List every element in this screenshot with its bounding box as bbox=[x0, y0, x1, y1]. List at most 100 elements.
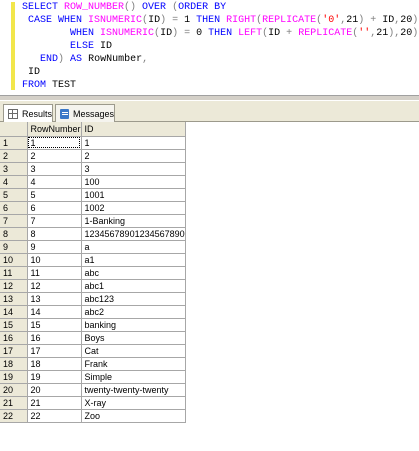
cell-id[interactable]: 1002 bbox=[81, 201, 186, 215]
row-header[interactable]: 17 bbox=[0, 344, 28, 358]
cell-id[interactable]: 100 bbox=[81, 175, 186, 189]
cell-rownumber[interactable]: 19 bbox=[27, 370, 82, 384]
cell-rownumber[interactable]: 10 bbox=[27, 253, 82, 267]
row-header[interactable]: 22 bbox=[0, 409, 28, 423]
cell-rownumber[interactable]: 11 bbox=[27, 266, 82, 280]
cell-rownumber[interactable]: 12 bbox=[27, 279, 82, 293]
cell-id[interactable]: 12345678901234567890 bbox=[81, 227, 186, 241]
table-row[interactable]: 16 16 Boys bbox=[0, 331, 186, 345]
code-line[interactable]: SELECT ROW_NUMBER() OVER (ORDER BY bbox=[22, 1, 418, 14]
cell-id[interactable]: 1 bbox=[81, 136, 186, 150]
row-header[interactable]: 13 bbox=[0, 292, 28, 306]
cell-rownumber[interactable]: 5 bbox=[27, 188, 82, 202]
tab-messages[interactable]: Messages bbox=[55, 104, 115, 122]
code-line[interactable]: END) AS RowNumber, bbox=[22, 53, 418, 66]
cell-rownumber[interactable]: 13 bbox=[27, 292, 82, 306]
column-header-rownumber[interactable]: RowNumber bbox=[27, 122, 82, 137]
cell-id[interactable]: abc1 bbox=[81, 279, 186, 293]
row-header[interactable]: 6 bbox=[0, 201, 28, 215]
row-header[interactable]: 12 bbox=[0, 279, 28, 293]
cell-id[interactable]: Cat bbox=[81, 344, 186, 358]
table-row[interactable]: 14 14 abc2 bbox=[0, 305, 186, 319]
table-row[interactable]: 15 15 banking bbox=[0, 318, 186, 332]
table-row[interactable]: 8 8 12345678901234567890 bbox=[0, 227, 186, 241]
cell-rownumber[interactable]: 7 bbox=[27, 214, 82, 228]
table-row[interactable]: 12 12 abc1 bbox=[0, 279, 186, 293]
cell-rownumber[interactable]: 22 bbox=[27, 409, 82, 423]
row-header[interactable]: 21 bbox=[0, 396, 28, 410]
cell-id[interactable]: abc bbox=[81, 266, 186, 280]
table-row[interactable]: 19 19 Simple bbox=[0, 370, 186, 384]
cell-rownumber[interactable]: 16 bbox=[27, 331, 82, 345]
code-line[interactable]: CASE WHEN ISNUMERIC(ID) = 1 THEN RIGHT(R… bbox=[22, 14, 418, 27]
code-line[interactable]: ID bbox=[22, 66, 418, 79]
cell-rownumber[interactable]: 21 bbox=[27, 396, 82, 410]
table-row[interactable]: 18 18 Frank bbox=[0, 357, 186, 371]
row-header[interactable]: 9 bbox=[0, 240, 28, 254]
table-row[interactable]: 4 4 100 bbox=[0, 175, 186, 189]
cell-id[interactable]: banking bbox=[81, 318, 186, 332]
table-row[interactable]: 5 5 1001 bbox=[0, 188, 186, 202]
code-line[interactable]: WHEN ISNUMERIC(ID) = 0 THEN LEFT(ID + RE… bbox=[22, 27, 418, 40]
row-header[interactable]: 1 bbox=[0, 136, 28, 150]
table-row[interactable]: 21 21 X-ray bbox=[0, 396, 186, 410]
table-row[interactable]: 11 11 abc bbox=[0, 266, 186, 280]
cell-id[interactable]: X-ray bbox=[81, 396, 186, 410]
row-header[interactable]: 19 bbox=[0, 370, 28, 384]
cell-id[interactable]: Frank bbox=[81, 357, 186, 371]
row-header[interactable]: 2 bbox=[0, 149, 28, 163]
cell-rownumber[interactable]: 9 bbox=[27, 240, 82, 254]
cell-rownumber[interactable]: 8 bbox=[27, 227, 82, 241]
cell-id[interactable]: Zoo bbox=[81, 409, 186, 423]
cell-id[interactable]: twenty-twenty-twenty bbox=[81, 383, 186, 397]
row-header[interactable]: 20 bbox=[0, 383, 28, 397]
row-header[interactable]: 16 bbox=[0, 331, 28, 345]
cell-id[interactable]: Simple bbox=[81, 370, 186, 384]
column-header-id[interactable]: ID bbox=[81, 122, 186, 137]
cell-id[interactable]: 1001 bbox=[81, 188, 186, 202]
table-row[interactable]: 7 7 1-Banking bbox=[0, 214, 186, 228]
cell-id[interactable]: Boys bbox=[81, 331, 186, 345]
row-header[interactable]: 10 bbox=[0, 253, 28, 267]
cell-rownumber[interactable]: 17 bbox=[27, 344, 82, 358]
row-header[interactable]: 4 bbox=[0, 175, 28, 189]
cell-id[interactable]: 3 bbox=[81, 162, 186, 176]
corner-header[interactable] bbox=[0, 122, 28, 137]
row-header[interactable]: 11 bbox=[0, 266, 28, 280]
row-header[interactable]: 18 bbox=[0, 357, 28, 371]
table-row[interactable]: 22 22 Zoo bbox=[0, 409, 186, 423]
cell-rownumber[interactable]: 1 bbox=[27, 136, 82, 150]
table-row[interactable]: 99a bbox=[0, 240, 186, 254]
table-row[interactable]: 20 20 twenty-twenty-twenty bbox=[0, 383, 186, 397]
cell-id[interactable]: abc2 bbox=[81, 305, 186, 319]
cell-id[interactable]: 1-Banking bbox=[81, 214, 186, 228]
sql-editor[interactable]: SELECT ROW_NUMBER() OVER (ORDER BY CASE … bbox=[0, 0, 419, 95]
code-line[interactable]: FROM TEST bbox=[22, 79, 418, 92]
cell-rownumber[interactable]: 14 bbox=[27, 305, 82, 319]
tab-results[interactable]: Results bbox=[3, 104, 53, 123]
cell-rownumber[interactable]: 2 bbox=[27, 149, 82, 163]
sql-code[interactable]: SELECT ROW_NUMBER() OVER (ORDER BY CASE … bbox=[22, 1, 418, 92]
cell-id[interactable]: a bbox=[81, 240, 186, 254]
cell-rownumber[interactable]: 18 bbox=[27, 357, 82, 371]
row-header[interactable]: 5 bbox=[0, 188, 28, 202]
table-row[interactable]: 222 bbox=[0, 149, 186, 163]
cell-rownumber[interactable]: 6 bbox=[27, 201, 82, 215]
table-row[interactable]: 333 bbox=[0, 162, 186, 176]
code-line[interactable]: ELSE ID bbox=[22, 40, 418, 53]
row-header[interactable]: 14 bbox=[0, 305, 28, 319]
cell-rownumber[interactable]: 20 bbox=[27, 383, 82, 397]
cell-id[interactable]: a1 bbox=[81, 253, 186, 267]
row-header[interactable]: 7 bbox=[0, 214, 28, 228]
row-header[interactable]: 3 bbox=[0, 162, 28, 176]
cell-rownumber[interactable]: 15 bbox=[27, 318, 82, 332]
row-header[interactable]: 15 bbox=[0, 318, 28, 332]
table-row[interactable]: 13 13 abc123 bbox=[0, 292, 186, 306]
cell-rownumber[interactable]: 3 bbox=[27, 162, 82, 176]
table-row[interactable]: 17 17 Cat bbox=[0, 344, 186, 358]
table-row[interactable]: 111 bbox=[0, 136, 186, 150]
cell-rownumber[interactable]: 4 bbox=[27, 175, 82, 189]
cell-id[interactable]: abc123 bbox=[81, 292, 186, 306]
row-header[interactable]: 8 bbox=[0, 227, 28, 241]
cell-id[interactable]: 2 bbox=[81, 149, 186, 163]
